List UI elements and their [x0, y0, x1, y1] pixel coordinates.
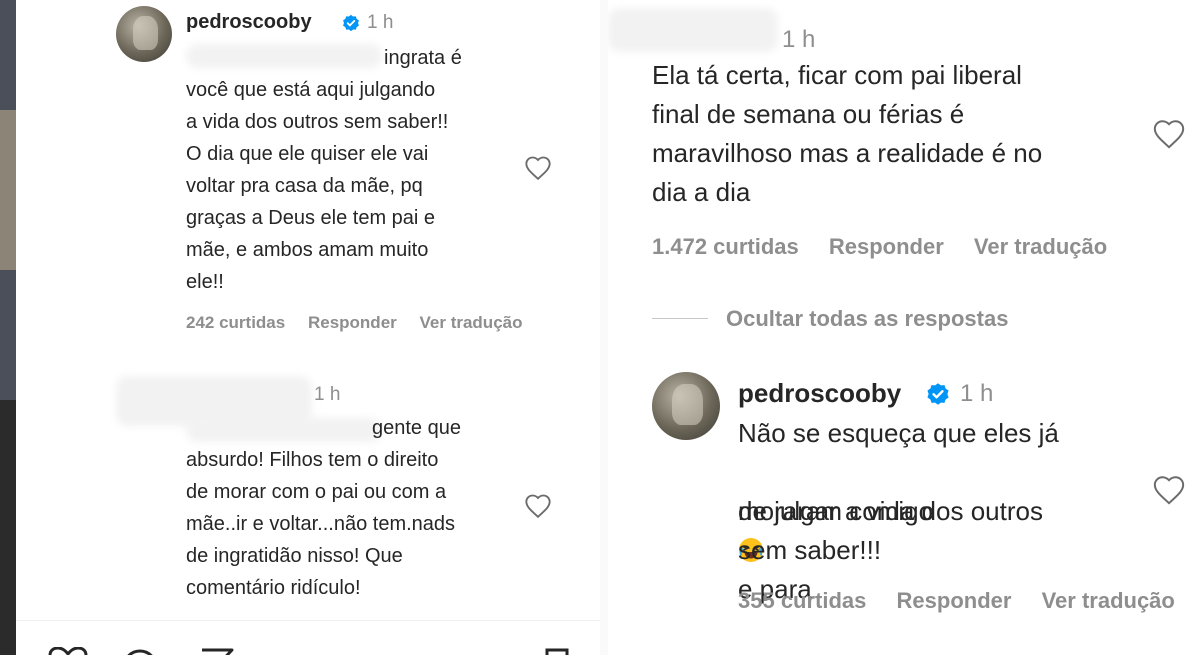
comment-username[interactable]: pedroscooby [738, 378, 901, 409]
comment-text-line1: ingrata é [384, 47, 462, 69]
translate-link[interactable]: Ver tradução [1042, 588, 1175, 613]
reply-button[interactable]: Responder [308, 313, 397, 332]
heart-icon[interactable] [1152, 118, 1186, 150]
comment-text: de julgar a vida dos outros sem saber!!! [738, 496, 1043, 565]
redacted-mention [186, 418, 382, 442]
left-comments-panel: pedroscooby 1 h ingrata é você que está … [16, 0, 600, 655]
comment-time: 1 h [367, 12, 394, 33]
comment-time: 1 h [960, 380, 994, 407]
right-comments-panel: 1 h Ela tá certa, ficar com pai liberal … [608, 0, 1200, 655]
translate-link[interactable]: Ver tradução [974, 234, 1107, 259]
post-action-bar [16, 620, 600, 655]
heart-icon[interactable] [48, 647, 88, 655]
avatar[interactable] [116, 6, 172, 62]
comment-meta: 242 curtidas Responder Ver tradução [186, 313, 541, 333]
heart-icon[interactable] [524, 155, 552, 181]
comment-text: você que está aqui julgando a vida dos o… [186, 79, 449, 293]
hide-replies-button[interactable]: Ocultar todas as respostas [726, 306, 1008, 332]
comment-meta: 355 curtidas Responder Ver tradução [738, 588, 1199, 614]
reply-button[interactable]: Responder [829, 234, 944, 259]
replies-divider-line [652, 318, 708, 319]
panel-divider [600, 0, 608, 655]
translate-link[interactable]: Ver tradução [420, 313, 523, 332]
comment-text: absurdo! Filhos tem o direito de morar c… [186, 449, 456, 599]
comment-text: Ela tá certa, ficar com pai liberal fina… [652, 60, 1043, 207]
comment-username[interactable]: pedroscooby [186, 11, 312, 34]
like-count[interactable]: 1.472 curtidas [652, 234, 799, 259]
comment-icon[interactable] [122, 647, 158, 655]
avatar[interactable] [652, 372, 720, 440]
comment-meta: 1.472 curtidas Responder Ver tradução [652, 234, 1131, 260]
share-icon[interactable] [200, 647, 234, 655]
reply-button[interactable]: Responder [897, 588, 1012, 613]
redacted-username [608, 8, 778, 52]
like-count[interactable]: 242 curtidas [186, 313, 285, 332]
heart-icon[interactable] [524, 493, 552, 519]
verified-badge-icon [343, 14, 359, 32]
background-strip-low [0, 400, 16, 655]
comment-time: 1 h [314, 384, 341, 405]
heart-icon[interactable] [1152, 474, 1186, 506]
background-strip-mid [0, 110, 16, 270]
comment-text-line1: Não se esqueça que eles já [738, 418, 1059, 448]
verified-badge-icon [927, 383, 949, 405]
bookmark-icon[interactable] [544, 647, 570, 655]
redacted-mention [186, 44, 382, 68]
like-count[interactable]: 355 curtidas [738, 588, 866, 613]
background-strip [0, 0, 16, 655]
comment-text-line1: gente que [372, 417, 461, 439]
comment-time: 1 h [782, 26, 816, 53]
